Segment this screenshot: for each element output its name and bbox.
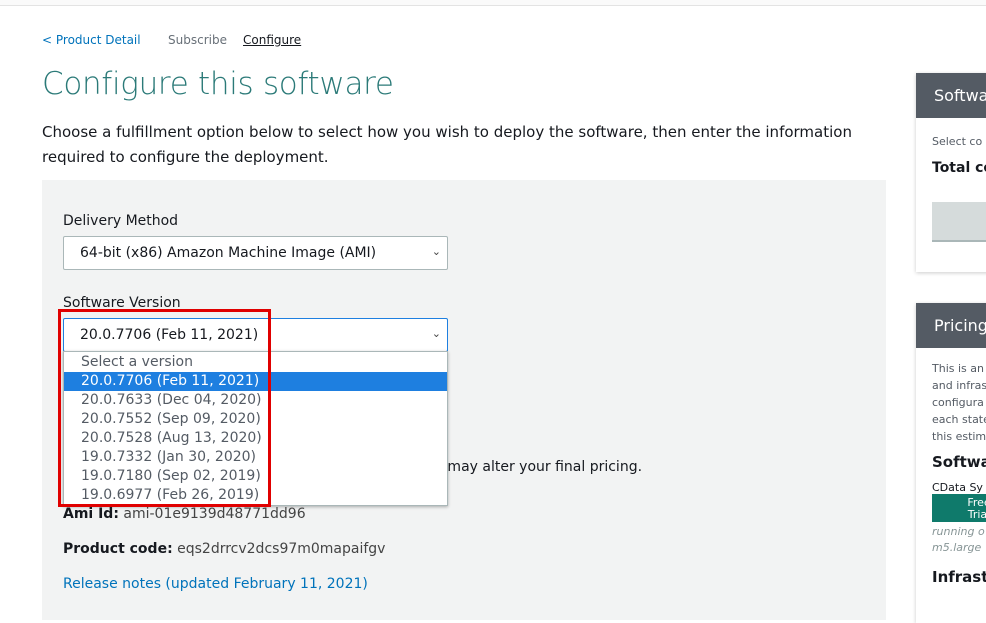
- panel-header: Pricing: [916, 303, 986, 348]
- panel-text: and infras: [932, 379, 986, 392]
- free-trial-badge: Free Trial: [932, 494, 986, 522]
- continue-button[interactable]: [932, 202, 986, 242]
- release-notes-link[interactable]: Release notes (updated February 11, 2021…: [63, 576, 368, 592]
- page-title: Configure this software: [42, 66, 394, 102]
- panel-text: configura: [932, 396, 984, 409]
- delivery-method-label: Delivery Method: [63, 213, 179, 229]
- product-code-value: eqs2drrcv2dcs97m0mapaifgv: [177, 541, 386, 557]
- panel-text: Select co: [932, 135, 983, 148]
- panel-header: Softwa: [916, 73, 986, 118]
- infrastructure-heading: Infrastr: [932, 568, 986, 586]
- software-summary-panel: Softwa Select co Total co: [916, 73, 986, 272]
- total-cost-label: Total co: [932, 160, 986, 176]
- breadcrumb-configure: Configure: [243, 33, 302, 47]
- delivery-method-value: 64-bit (x86) Amazon Machine Image (AMI): [80, 245, 377, 261]
- panel-text: each state: [932, 413, 986, 426]
- panel-text: this estim: [932, 430, 986, 443]
- page-description: Choose a fulfillment option below to sel…: [42, 123, 852, 166]
- chevron-down-icon: ⌄: [431, 327, 441, 340]
- software-heading: Softwa: [932, 453, 986, 471]
- running-on-text: running o: [932, 525, 985, 538]
- highlight-box: [58, 309, 271, 507]
- product-code-label: Product code:: [63, 541, 173, 557]
- breadcrumb-subscribe[interactable]: Subscribe: [168, 33, 227, 47]
- delivery-method-select[interactable]: 64-bit (x86) Amazon Machine Image (AMI) …: [63, 236, 448, 270]
- instance-type: m5.large: [932, 541, 982, 554]
- panel-text: This is an: [932, 362, 984, 375]
- back-to-product-detail-link[interactable]: < Product Detail: [42, 33, 141, 47]
- ami-id: Ami Id: ami-01e9139d48771dd96: [63, 506, 306, 522]
- ami-id-value: ami-01e9139d48771dd96: [123, 506, 306, 522]
- pricing-panel: Pricing This is an and infras configura …: [916, 303, 986, 623]
- product-code: Product code: eqs2drrcv2dcs97m0mapaifgv: [63, 541, 385, 557]
- chevron-down-icon: ⌄: [431, 245, 441, 258]
- ami-id-label: Ami Id:: [63, 506, 119, 522]
- pricing-note: ent may alter your final pricing.: [420, 459, 643, 475]
- top-bar: [0, 0, 986, 6]
- product-name: CData Sy: [932, 481, 983, 494]
